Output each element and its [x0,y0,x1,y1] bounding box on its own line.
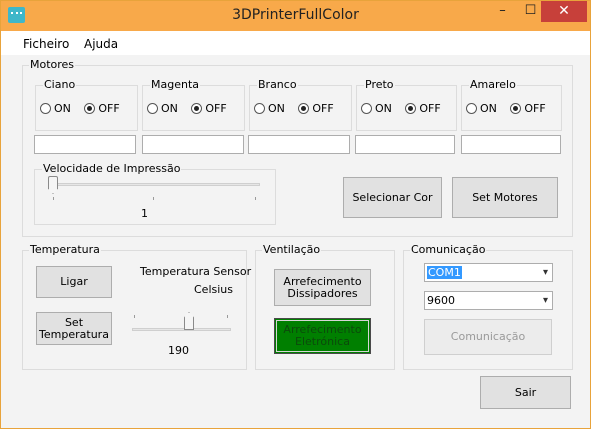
amarelo-label: Amarelo [469,78,517,91]
amarelo-off-label: OFF [524,102,546,115]
menu-ajuda[interactable]: Ajuda [84,37,118,51]
temperatura-slider-track [132,328,231,331]
set-temperatura-line1: Set [64,315,84,329]
porta-selected-value: COM1 [427,266,462,279]
temperatura-tick [134,315,135,318]
ciano-group: Ciano ON OFF [35,78,138,131]
magenta-on-label: ON [161,102,178,115]
branco-input[interactable] [248,135,350,154]
temperatura-unit-label: Celsius [194,283,233,296]
branco-off-radio[interactable] [298,103,310,114]
temperatura-sensor-label: Temperatura Sensor [140,265,252,278]
magenta-input[interactable] [142,135,244,154]
magenta-off-radio[interactable] [191,103,203,114]
maximize-button[interactable]: ☐ [517,1,544,22]
baudrate-select[interactable]: 9600 ▾ [424,291,553,310]
comunicacao-button[interactable]: Comunicação [424,319,552,355]
preto-off-label: OFF [419,102,441,115]
chevron-down-icon: ▾ [542,295,548,306]
set-temperatura-button[interactable]: Set Temperatura [36,312,112,345]
amarelo-on-label: ON [480,102,497,115]
amarelo-off-radio[interactable] [510,103,522,114]
branco-group: Branco ON OFF [249,78,352,131]
velocidade-value: 1 [141,207,148,220]
velocidade-tick [153,197,154,200]
branco-label: Branco [257,78,298,91]
ciano-on-label: ON [54,102,71,115]
sair-button[interactable]: Sair [480,376,571,409]
arrefecimento-eletronica-button[interactable]: Arrefecimento Eletrónica [274,318,371,354]
preto-group: Preto ON OFF [356,78,457,131]
branco-on-label: ON [268,102,285,115]
ciano-on-radio[interactable] [40,103,51,114]
arrefecimento-dissipadores-button[interactable]: Arrefecimento Dissipadores [274,269,371,306]
amarelo-group: Amarelo ON OFF [461,78,562,131]
velocidade-group: Velocidade de Impressão [34,162,276,225]
porta-select[interactable]: COM1 ▾ [424,263,553,282]
ligar-button[interactable]: Ligar [36,266,112,298]
menu-bar: Ficheiro Ajuda [1,31,590,55]
magenta-off-label: OFF [205,102,227,115]
eletronica-line2: Eletrónica [295,335,350,348]
comunicacao-legend: Comunicação [410,243,487,256]
dissipadores-line1: Arrefecimento [283,274,362,288]
velocidade-slider-track [48,183,260,186]
app-window: 3DPrinterFullColor – ☐ ✕ Ficheiro Ajuda … [0,0,591,429]
preto-input[interactable] [355,135,455,154]
chevron-down-icon: ▾ [542,267,548,278]
amarelo-input[interactable] [461,135,561,154]
magenta-on-radio[interactable] [147,103,158,114]
magenta-group: Magenta ON OFF [142,78,245,131]
velocidade-tick [53,197,54,200]
motores-legend: Motores [29,58,76,71]
preto-off-radio[interactable] [405,103,417,114]
temperatura-tick [227,315,228,318]
baudrate-selected-value: 9600 [427,294,455,307]
velocidade-legend: Velocidade de Impressão [42,162,182,175]
ciano-label: Ciano [43,78,77,91]
ciano-off-radio[interactable] [84,103,96,114]
menu-ficheiro[interactable]: Ficheiro [23,37,69,51]
amarelo-on-radio[interactable] [466,103,477,114]
preto-on-label: ON [375,102,392,115]
selecionar-cor-button[interactable]: Selecionar Cor [343,177,442,218]
ciano-input[interactable] [34,135,136,154]
branco-off-label: OFF [312,102,334,115]
set-temperatura-line2: Temperatura [39,327,109,341]
velocidade-tick [255,197,256,200]
temperatura-slider-value: 190 [168,344,189,357]
preto-label: Preto [364,78,395,91]
temperatura-legend: Temperatura [29,243,101,256]
ventilacao-legend: Ventilação [262,243,322,256]
set-motores-button[interactable]: Set Motores [452,177,558,218]
magenta-label: Magenta [150,78,201,91]
ciano-off-label: OFF [98,102,120,115]
branco-on-radio[interactable] [254,103,265,114]
close-button[interactable]: ✕ [541,1,587,22]
dissipadores-line2: Dissipadores [287,286,358,300]
preto-on-radio[interactable] [361,103,372,114]
minimize-button[interactable]: – [489,1,516,22]
title-bar[interactable]: 3DPrinterFullColor – ☐ ✕ [1,1,590,31]
